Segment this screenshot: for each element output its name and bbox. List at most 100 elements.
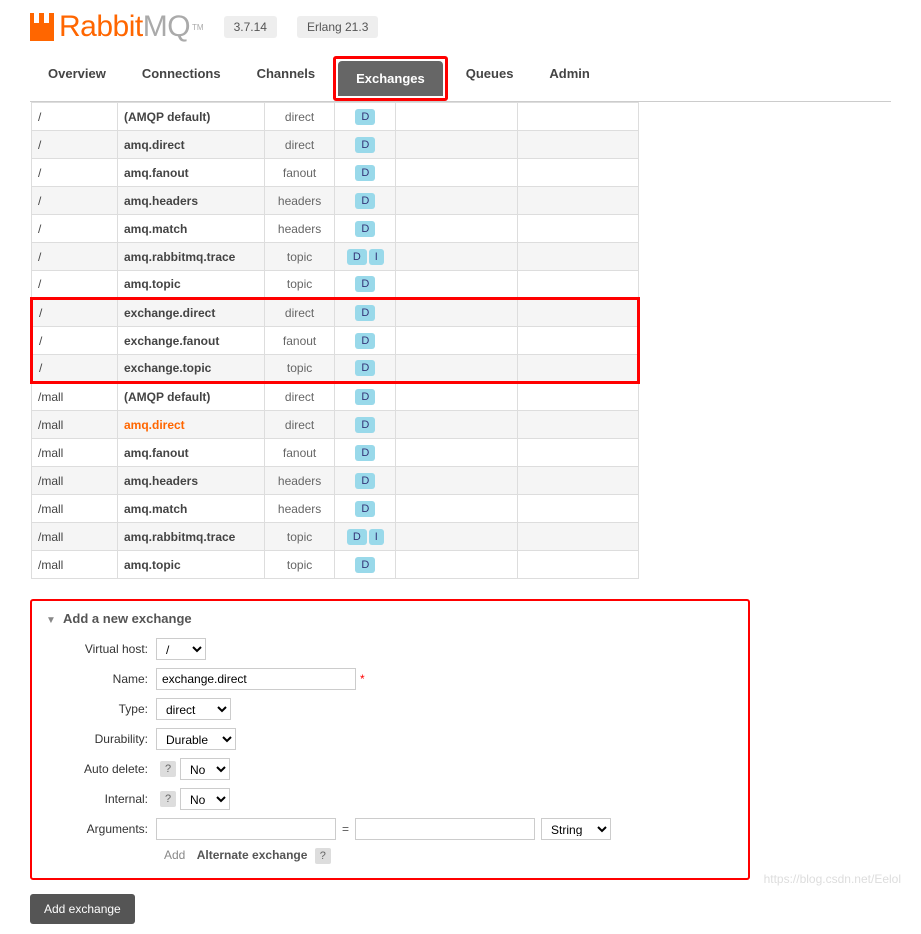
rate-out-cell <box>517 523 638 551</box>
features-cell: D <box>335 299 396 327</box>
rate-out-cell <box>517 467 638 495</box>
collapse-caret-icon: ▼ <box>46 615 56 626</box>
feature-badge: I <box>369 529 384 545</box>
rate-in-cell <box>396 159 517 187</box>
arg-value-input[interactable] <box>355 818 535 840</box>
internal-select[interactable]: No <box>180 788 230 810</box>
vhost-cell: /mall <box>32 551 118 579</box>
rate-out-cell <box>517 187 638 215</box>
rate-in-cell <box>396 467 517 495</box>
features-cell: DI <box>335 243 396 271</box>
table-row: /mallamq.matchheadersD <box>32 495 639 523</box>
type-cell: fanout <box>264 327 335 355</box>
vhost-cell: / <box>32 187 118 215</box>
form-header[interactable]: ▼ Add a new exchange <box>46 611 734 626</box>
watermark: https://blog.csdn.net/Eelol <box>764 872 901 886</box>
rabbitmq-icon <box>30 13 54 41</box>
rate-in-cell <box>396 243 517 271</box>
type-cell: headers <box>264 215 335 243</box>
features-cell: D <box>335 103 396 131</box>
label-internal: Internal: <box>46 792 156 806</box>
exchange-name-link[interactable]: amq.fanout <box>117 439 264 467</box>
rate-out-cell <box>517 551 638 579</box>
exchange-name-link[interactable]: amq.match <box>117 215 264 243</box>
add-exchange-button[interactable]: Add exchange <box>30 894 135 924</box>
label-vhost: Virtual host: <box>46 642 156 656</box>
feature-badge: D <box>355 221 375 237</box>
type-cell: fanout <box>264 159 335 187</box>
table-row: /mallamq.headersheadersD <box>32 467 639 495</box>
feature-badge: I <box>369 249 384 265</box>
table-row: /exchange.topictopicD <box>32 355 639 383</box>
tab-admin[interactable]: Admin <box>531 56 607 101</box>
vhost-cell: / <box>32 103 118 131</box>
exchange-name-link[interactable]: exchange.fanout <box>117 327 264 355</box>
tab-overview[interactable]: Overview <box>30 56 124 101</box>
rate-in-cell <box>396 103 517 131</box>
vhost-cell: /mall <box>32 411 118 439</box>
arg-key-input[interactable] <box>156 818 336 840</box>
exchange-name-link[interactable]: amq.direct <box>117 411 264 439</box>
help-icon[interactable]: ? <box>160 761 176 777</box>
table-row: /amq.rabbitmq.tracetopicDI <box>32 243 639 271</box>
tab-channels[interactable]: Channels <box>239 56 334 101</box>
table-row: /amq.headersheadersD <box>32 187 639 215</box>
exchange-name-link[interactable]: amq.rabbitmq.trace <box>117 243 264 271</box>
durability-select[interactable]: Durable <box>156 728 236 750</box>
vhost-cell: / <box>32 327 118 355</box>
feature-badge: D <box>355 305 375 321</box>
feature-badge: D <box>355 557 375 573</box>
rate-out-cell <box>517 355 638 383</box>
help-icon[interactable]: ? <box>160 791 176 807</box>
vhost-cell: /mall <box>32 383 118 411</box>
type-cell: headers <box>264 187 335 215</box>
exchange-name-link[interactable]: amq.fanout <box>117 159 264 187</box>
tab-exchanges[interactable]: Exchanges <box>338 61 443 96</box>
exchange-name-link[interactable]: exchange.topic <box>117 355 264 383</box>
name-input[interactable] <box>156 668 356 690</box>
feature-badge: D <box>355 360 375 376</box>
rate-in-cell <box>396 299 517 327</box>
type-select[interactable]: direct <box>156 698 231 720</box>
exchange-name-link[interactable]: amq.match <box>117 495 264 523</box>
rate-in-cell <box>396 327 517 355</box>
rate-out-cell <box>517 299 638 327</box>
logo[interactable]: RabbitMQ TM <box>30 10 204 44</box>
exchange-name-link[interactable]: exchange.direct <box>117 299 264 327</box>
vhost-cell: / <box>32 215 118 243</box>
exchange-name-link[interactable]: amq.headers <box>117 187 264 215</box>
table-row: /amq.topictopicD <box>32 271 639 299</box>
exchange-name-link[interactable]: (AMQP default) <box>117 103 264 131</box>
type-cell: direct <box>264 299 335 327</box>
exchanges-table: /(AMQP default)directD/amq.directdirectD… <box>30 102 640 579</box>
rate-in-cell <box>396 383 517 411</box>
rate-out-cell <box>517 159 638 187</box>
type-cell: topic <box>264 243 335 271</box>
vhost-cell: /mall <box>32 467 118 495</box>
exchange-name-link[interactable]: (AMQP default) <box>117 383 264 411</box>
exchange-name-link[interactable]: amq.headers <box>117 467 264 495</box>
arg-type-select[interactable]: String <box>541 818 611 840</box>
feature-badge: D <box>355 501 375 517</box>
tab-highlight-box: Exchanges <box>333 56 448 101</box>
exchange-name-link[interactable]: amq.rabbitmq.trace <box>117 523 264 551</box>
table-row: /amq.matchheaders D <box>32 215 639 243</box>
rate-out-cell <box>517 383 638 411</box>
tab-connections[interactable]: Connections <box>124 56 239 101</box>
help-icon[interactable]: ? <box>315 848 331 864</box>
rate-out-cell <box>517 103 638 131</box>
tab-queues[interactable]: Queues <box>448 56 532 101</box>
feature-badge: D <box>355 389 375 405</box>
add-link[interactable]: Add <box>164 848 185 862</box>
rate-in-cell <box>396 131 517 159</box>
add-argument-row: Add Alternate exchange ? <box>164 848 734 864</box>
vhost-select[interactable]: / <box>156 638 206 660</box>
autodelete-select[interactable]: No <box>180 758 230 780</box>
exchange-name-link[interactable]: amq.topic <box>117 551 264 579</box>
exchange-name-link[interactable]: amq.direct <box>117 131 264 159</box>
features-cell: D <box>335 187 396 215</box>
rate-out-cell <box>517 243 638 271</box>
logo-text: RabbitMQ <box>59 10 190 44</box>
exchange-name-link[interactable]: amq.topic <box>117 271 264 299</box>
alternate-exchange-link[interactable]: Alternate exchange <box>197 848 308 862</box>
